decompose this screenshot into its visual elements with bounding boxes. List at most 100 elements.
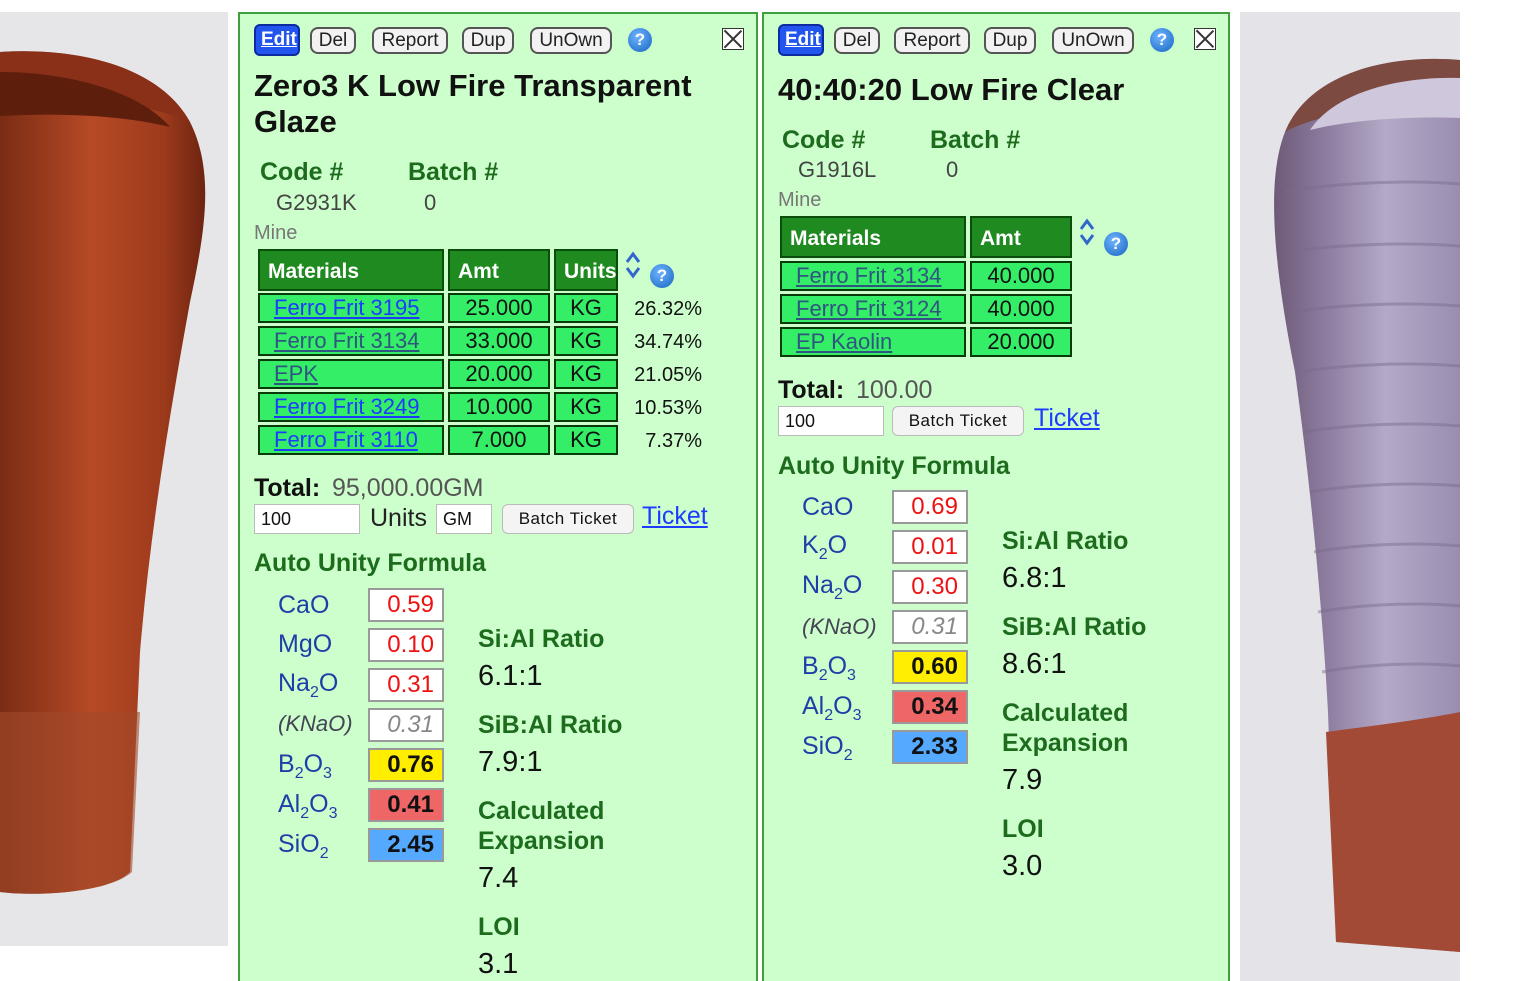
oxide-b2o3-value: 0.60	[892, 650, 968, 684]
oxide-al2o3-value: 0.41	[368, 788, 444, 822]
material-link[interactable]: EP Kaolin	[796, 329, 892, 354]
table-row-material[interactable]: Ferro Frit 3195	[258, 293, 444, 323]
table-help-icon[interactable]: ?	[1104, 232, 1128, 256]
edit-button[interactable]: Edit	[778, 24, 824, 56]
oxide-sio2-label: SiO2	[802, 732, 853, 764]
table-row-material[interactable]: Ferro Frit 3110	[258, 425, 444, 455]
table-row-material[interactable]: Ferro Frit 3124	[780, 294, 966, 324]
col-header-amt[interactable]: Amt	[448, 249, 550, 291]
oxide-cao-label: CaO	[278, 591, 330, 619]
amount-cell[interactable]: 7.000	[448, 425, 550, 455]
batch-size-input[interactable]: 100	[254, 504, 360, 534]
code-value: G1916L	[798, 157, 877, 182]
code-value: G2931K	[276, 190, 357, 215]
batch-label: Batch #	[408, 158, 499, 186]
units-cell[interactable]: KG	[554, 326, 618, 356]
sort-arrows-icon[interactable]	[624, 250, 642, 280]
edit-button[interactable]: Edit	[254, 24, 300, 56]
table-row-material[interactable]: Ferro Frit 3134	[780, 261, 966, 291]
amount-cell[interactable]: 10.000	[448, 392, 550, 422]
help-icon[interactable]: ?	[628, 28, 652, 52]
batch-size-input[interactable]: 100	[778, 406, 884, 436]
units-cell[interactable]: KG	[554, 392, 618, 422]
recipe-title: 40:40:20 Low Fire Clear	[778, 72, 1125, 107]
recipe-title-line1: Zero3 K Low Fire Transparent	[254, 68, 692, 103]
close-icon[interactable]	[722, 28, 744, 50]
amount-cell[interactable]: 25.000	[448, 293, 550, 323]
loi-value: 3.1	[478, 948, 519, 980]
material-link[interactable]: Ferro Frit 3249	[274, 394, 420, 419]
sib-al-ratio-label: SiB:Al Ratio	[1002, 613, 1147, 641]
calc-expansion-value: 7.4	[478, 862, 519, 894]
material-link[interactable]: Ferro Frit 3195	[274, 295, 420, 320]
calc-expansion-label-2: Expansion	[1002, 729, 1129, 757]
table-row-material[interactable]: Ferro Frit 3134	[258, 326, 444, 356]
oxide-mgo-label: MgO	[278, 630, 333, 658]
units-input[interactable]: GM	[436, 504, 492, 534]
delete-button[interactable]: Del	[310, 27, 356, 54]
col-header-units[interactable]: Units	[554, 249, 618, 291]
material-link[interactable]: EPK	[274, 361, 318, 386]
oxide-cao-label: CaO	[802, 493, 854, 521]
batch-value: 0	[946, 157, 959, 182]
oxide-sio2-value: 2.33	[892, 730, 968, 764]
oxide-na2o-label: Na2O	[802, 571, 863, 603]
amount-cell[interactable]: 40.000	[970, 294, 1072, 324]
amount-cell[interactable]: 40.000	[970, 261, 1072, 291]
percent-value: 7.37%	[645, 430, 702, 452]
help-icon[interactable]: ?	[1150, 28, 1174, 52]
sort-arrows-icon[interactable]	[1078, 217, 1096, 247]
batch-value: 0	[424, 190, 437, 215]
batch-ticket-button[interactable]: Batch Ticket	[892, 406, 1024, 436]
total-value: 95,000.00GM	[332, 474, 484, 502]
col-header-materials[interactable]: Materials	[258, 249, 444, 291]
units-cell[interactable]: KG	[554, 359, 618, 389]
oxide-sio2-label: SiO2	[278, 830, 329, 862]
ticket-link[interactable]: Ticket	[1034, 404, 1100, 433]
amount-cell[interactable]: 33.000	[448, 326, 550, 356]
code-label: Code #	[782, 126, 866, 154]
col-header-materials[interactable]: Materials	[780, 216, 966, 258]
oxide-b2o3-label: B2O3	[278, 750, 332, 782]
loi-value: 3.0	[1002, 850, 1043, 882]
amount-cell[interactable]: 20.000	[970, 327, 1072, 357]
loi-label: LOI	[478, 913, 520, 941]
oxide-na2o-value: 0.30	[892, 570, 968, 604]
calc-expansion-label-1: Calculated	[478, 797, 605, 825]
sib-al-ratio-label: SiB:Al Ratio	[478, 711, 623, 739]
table-row-material[interactable]: Ferro Frit 3249	[258, 392, 444, 422]
ticket-link[interactable]: Ticket	[642, 502, 708, 531]
oxide-al2o3-label: Al2O3	[278, 790, 338, 822]
table-row-material[interactable]: EP Kaolin	[780, 327, 966, 357]
report-button[interactable]: Report	[894, 27, 970, 54]
fired-cup-photo-right	[1240, 12, 1460, 981]
terracotta-cup-illustration	[0, 51, 206, 894]
sib-al-ratio-value: 7.9:1	[478, 746, 543, 778]
unown-button[interactable]: UnOwn	[1052, 27, 1134, 54]
si-al-ratio-value: 6.8:1	[1002, 562, 1067, 594]
calc-expansion-label-2: Expansion	[478, 827, 605, 855]
units-cell[interactable]: KG	[554, 425, 618, 455]
duplicate-button[interactable]: Dup	[984, 27, 1036, 54]
material-link[interactable]: Ferro Frit 3110	[274, 427, 418, 452]
col-header-amt[interactable]: Amt	[970, 216, 1072, 258]
recipe-card-zero3: Edit Del Report Dup UnOwn ? Zero3 K Low …	[238, 12, 758, 981]
material-link[interactable]: Ferro Frit 3134	[796, 263, 942, 288]
owner-label: Mine	[254, 222, 298, 244]
recipe-card-404020: Edit Del Report Dup UnOwn ? 40:40:20 Low…	[762, 12, 1230, 981]
batch-ticket-button[interactable]: Batch Ticket	[502, 504, 634, 534]
units-cell[interactable]: KG	[554, 293, 618, 323]
duplicate-button[interactable]: Dup	[462, 27, 514, 54]
units-label: Units	[370, 504, 427, 532]
total-value: 100.00	[856, 376, 933, 404]
report-button[interactable]: Report	[372, 27, 448, 54]
delete-button[interactable]: Del	[834, 27, 880, 54]
material-link[interactable]: Ferro Frit 3134	[274, 328, 420, 353]
table-row-material[interactable]: EPK	[258, 359, 444, 389]
unown-button[interactable]: UnOwn	[530, 27, 612, 54]
amount-cell[interactable]: 20.000	[448, 359, 550, 389]
oxide-b2o3-value: 0.76	[368, 748, 444, 782]
material-link[interactable]: Ferro Frit 3124	[796, 296, 942, 321]
close-icon[interactable]	[1194, 28, 1216, 50]
table-help-icon[interactable]: ?	[650, 264, 674, 288]
